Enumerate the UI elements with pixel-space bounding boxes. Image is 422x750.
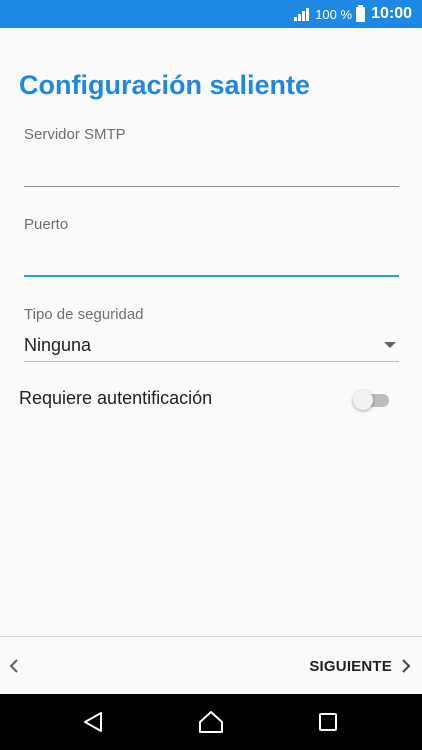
chevron-left-icon[interactable] xyxy=(6,657,24,675)
system-navigation-bar xyxy=(0,694,422,750)
next-button[interactable]: SIGUIENTE xyxy=(309,653,414,679)
settings-content: Configuración saliente Servidor SMTP Pue… xyxy=(0,28,422,636)
dropdown-arrow-icon xyxy=(384,342,396,348)
page-title: Configuración saliente xyxy=(19,70,311,100)
bottom-action-bar: SIGUIENTE xyxy=(0,636,422,694)
smtp-server-input[interactable] xyxy=(24,157,399,187)
require-auth-label: Requiere autentificación xyxy=(19,387,213,408)
port-field: Puerto xyxy=(24,216,399,277)
security-type-field: Tipo de seguridad Ninguna xyxy=(24,306,399,362)
port-label: Puerto xyxy=(24,216,69,233)
smtp-server-label: Servidor SMTP xyxy=(24,126,126,143)
battery-icon xyxy=(356,4,366,22)
nav-home-icon[interactable] xyxy=(197,708,225,736)
status-bar: 100 % 10:00 xyxy=(0,0,422,28)
security-type-value: Ninguna xyxy=(24,334,92,355)
toggle-thumb xyxy=(353,390,373,410)
next-button-label: SIGUIENTE xyxy=(309,657,392,675)
status-time: 10:00 xyxy=(371,5,412,22)
require-auth-row: Requiere autentificación xyxy=(19,384,391,412)
nav-back-icon[interactable] xyxy=(80,708,108,736)
chevron-right-icon xyxy=(402,659,411,673)
security-type-dropdown[interactable]: Ninguna xyxy=(24,329,399,362)
battery-percent: 100 % xyxy=(315,6,353,22)
port-input[interactable] xyxy=(24,247,399,277)
require-auth-toggle[interactable] xyxy=(353,387,391,410)
nav-recents-icon[interactable] xyxy=(314,708,342,736)
smtp-server-field: Servidor SMTP xyxy=(24,126,399,187)
security-type-label: Tipo de seguridad xyxy=(24,306,144,323)
signal-icon xyxy=(294,8,310,21)
